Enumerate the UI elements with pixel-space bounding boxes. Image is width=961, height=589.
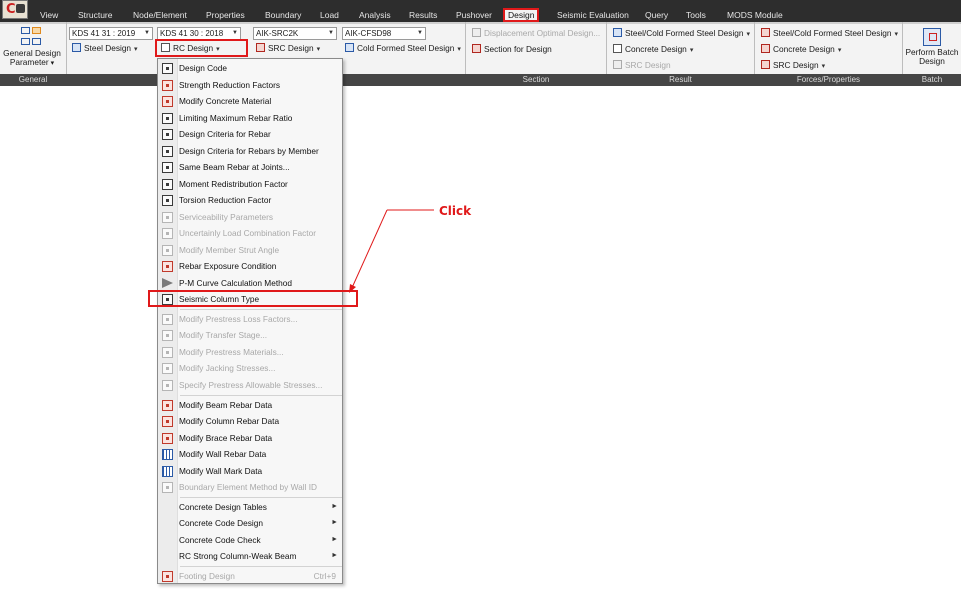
click-annotation: Click	[439, 204, 472, 218]
click-callout-arrow	[349, 209, 434, 293]
